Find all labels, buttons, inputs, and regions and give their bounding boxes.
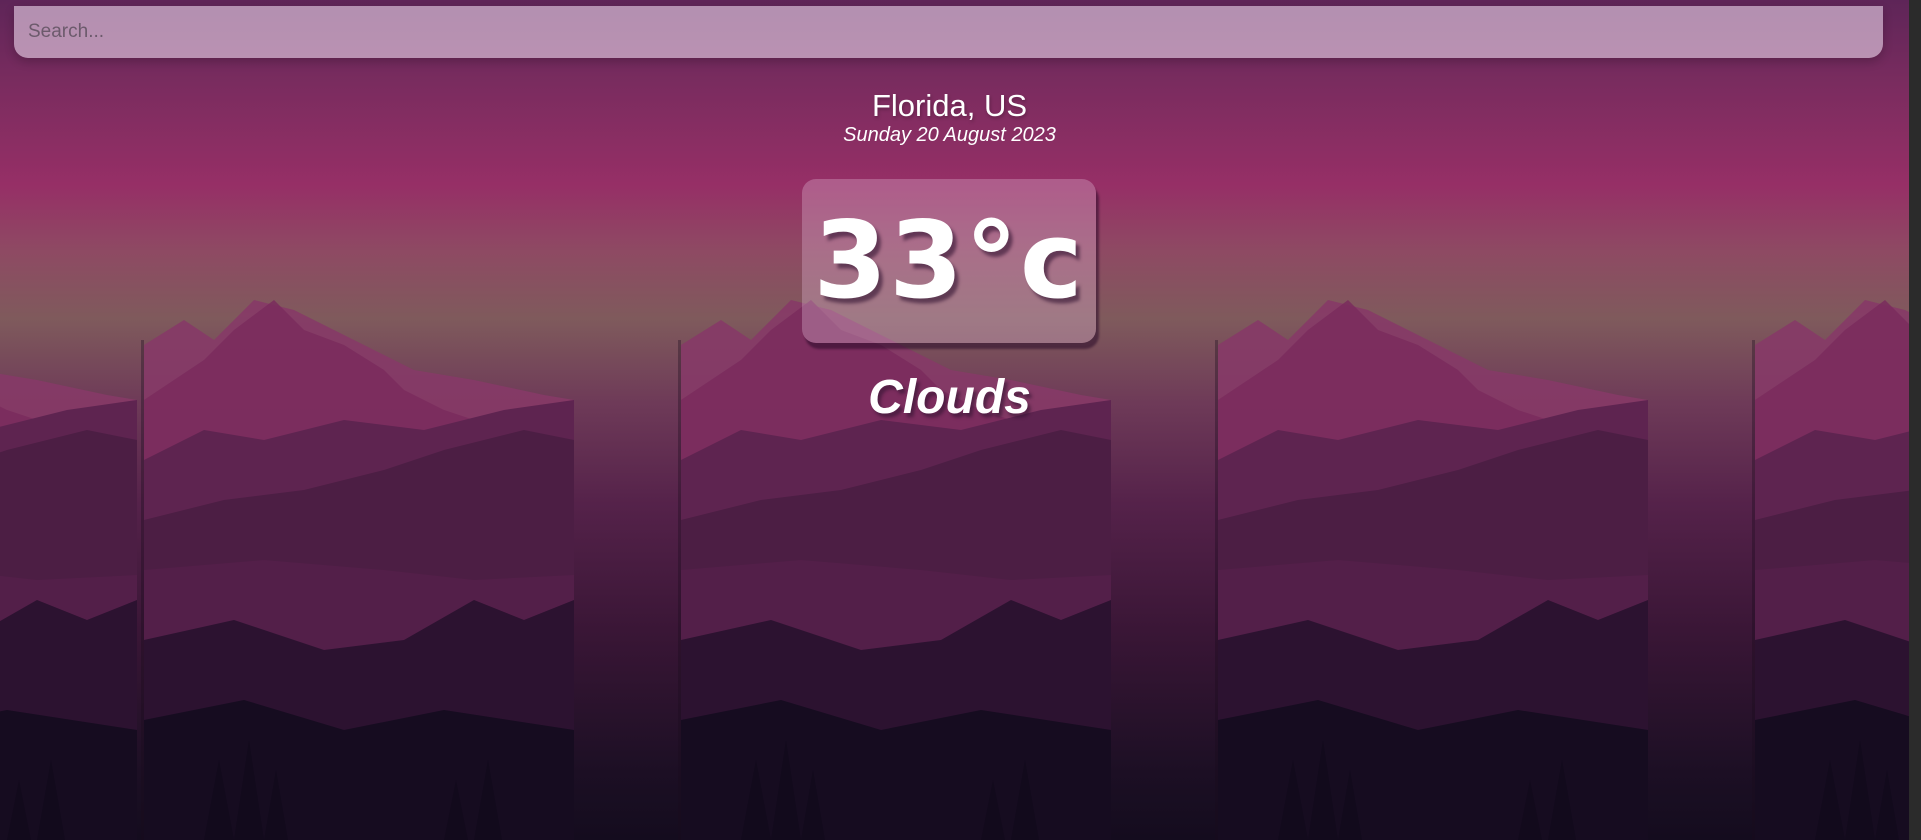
search-input[interactable] (14, 6, 1883, 58)
temperature-value: 33°c (813, 199, 1085, 322)
weather-condition: Clouds (868, 371, 1031, 424)
temperature-card: 33°c (802, 179, 1096, 343)
weather-app: Florida, US Sunday 20 August 2023 33°c C… (0, 0, 1909, 840)
search-bar (14, 6, 1883, 58)
location-label: Florida, US (871, 88, 1028, 123)
window-scrollbar-gutter (1909, 0, 1921, 840)
date-label: Sunday 20 August 2023 (843, 124, 1056, 146)
